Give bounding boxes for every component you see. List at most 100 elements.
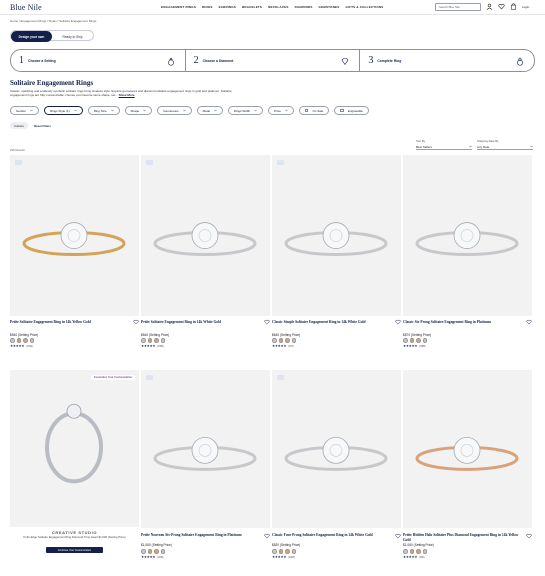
filter-gemstones[interactable]: Gemstones (157, 106, 192, 115)
wishlist-heart-icon[interactable] (133, 319, 139, 325)
metal-swatch[interactable] (16, 338, 21, 343)
metal-swatch[interactable] (160, 338, 165, 343)
toggle-on-sale[interactable]: On Sale (298, 106, 330, 115)
product-image[interactable] (403, 370, 532, 528)
filter-metal[interactable]: Metal (196, 106, 223, 115)
metal-swatch[interactable] (409, 549, 414, 554)
tab-ready-to-ship[interactable]: Ready to Ship (52, 31, 93, 42)
metal-swatch[interactable] (403, 338, 408, 343)
product-image[interactable]: Customize Your Customization (10, 370, 139, 527)
account-icon[interactable] (486, 3, 493, 10)
filter-ring-size[interactable]: Ring Size (87, 106, 120, 115)
wishlist-heart-icon[interactable] (264, 533, 270, 539)
metal-swatch[interactable] (141, 338, 146, 343)
nav-engagement-rings[interactable]: ENGAGEMENT RINGS (161, 5, 196, 9)
nav-necklaces[interactable]: NECKLACES (268, 5, 288, 9)
product-price: $540 (Setting Price) (141, 333, 170, 337)
reset-filters-link[interactable]: Reset Filters (34, 124, 51, 128)
step-choose-diamond[interactable]: 2 Choose a Diamond (185, 49, 361, 72)
wishlist-heart-icon[interactable] (395, 533, 401, 539)
video-icon[interactable] (277, 375, 284, 380)
metal-swatch[interactable] (422, 549, 427, 554)
metal-swatch[interactable] (403, 549, 408, 554)
checkbox[interactable] (304, 108, 309, 113)
metal-swatch[interactable] (154, 549, 159, 554)
continue-customization-button[interactable]: Continue Your Customization (46, 547, 103, 553)
tab-design-your-own[interactable]: Design your own (11, 31, 52, 42)
metal-swatch[interactable] (10, 338, 15, 343)
metal-swatch[interactable] (272, 549, 277, 554)
metal-swatch[interactable] (23, 338, 28, 343)
ship-date-select[interactable]: Any Date (477, 144, 533, 150)
rating-stars: ★★★★★ (390) (403, 555, 425, 559)
build-mode-tabs: Design your own Ready to Ship (10, 30, 94, 42)
video-icon[interactable] (277, 160, 284, 165)
metal-swatch[interactable] (147, 338, 152, 343)
step-choose-setting[interactable]: 1 Choose a Setting (10, 49, 186, 72)
toggle-engravable[interactable]: Engravable (334, 106, 369, 115)
product-name[interactable]: Petite Solitaire Engagement Ring in 14k … (141, 320, 259, 325)
wishlist-heart-icon[interactable] (526, 319, 532, 325)
metal-swatch[interactable] (416, 549, 421, 554)
metal-swatch[interactable] (285, 549, 290, 554)
metal-swatch[interactable] (422, 338, 427, 343)
show-more-link[interactable]: Show More (119, 93, 135, 97)
metal-swatch[interactable] (272, 338, 277, 343)
brand-logo[interactable]: Blue Nile (10, 3, 42, 12)
metal-swatches (10, 338, 34, 343)
wishlist-heart-icon[interactable] (264, 319, 270, 325)
nav-earrings[interactable]: EARRINGS (219, 5, 236, 9)
nav-gifts-collections[interactable]: GIFTS & COLLECTIONS (345, 5, 383, 9)
product-name[interactable]: Classic Six Prong Solitaire Engagement R… (403, 320, 521, 325)
metal-swatch[interactable] (160, 549, 165, 554)
metal-swatch[interactable] (141, 549, 146, 554)
product-image[interactable] (10, 155, 139, 316)
product-name[interactable]: Classic Simple Solitaire Engagement Ring… (272, 320, 390, 325)
product-name[interactable]: Petite Solitaire Engagement Ring in 14k … (10, 320, 128, 325)
nav-bracelets[interactable]: BRACELETS (242, 5, 262, 9)
metal-swatch[interactable] (291, 338, 296, 343)
metal-swatch[interactable] (416, 338, 421, 343)
video-icon[interactable] (15, 160, 22, 165)
chevron-down-icon (30, 109, 33, 112)
metal-swatch[interactable] (278, 549, 283, 554)
filter-gender[interactable]: Gender (10, 106, 40, 115)
filter-rings-width[interactable]: Rings Width (227, 106, 264, 115)
product-name[interactable]: Petite Nouveau Six-Prong Solitaire Engag… (141, 533, 259, 538)
login-link[interactable]: Login (522, 5, 529, 9)
nav-gemstones[interactable]: GEMSTONES (319, 5, 340, 9)
step-complete-ring[interactable]: 3 Complete Ring (360, 49, 536, 72)
search-input[interactable]: Search Blue Nile (435, 3, 481, 11)
filter-rings-style[interactable]: Rings Style (1) (44, 106, 83, 115)
metal-swatch[interactable] (29, 338, 34, 343)
checkbox[interactable] (340, 108, 344, 113)
breadcrumb[interactable]: Home / Engagement Rings / Styles / Solit… (10, 19, 96, 23)
video-icon[interactable] (146, 160, 153, 165)
product-name[interactable]: Classic Four Prong Solitaire Engagement … (272, 533, 390, 538)
sort-select[interactable]: Best Sellers (416, 144, 472, 150)
metal-swatch[interactable] (278, 338, 283, 343)
product-image[interactable] (141, 155, 270, 316)
filter-price[interactable]: Price (268, 106, 294, 115)
product-name[interactable]: Petite Hidden Halo Solitaire Plus Diamon… (403, 533, 521, 542)
product-image[interactable] (272, 370, 401, 528)
product-image[interactable] (403, 155, 532, 316)
product-image[interactable] (272, 155, 401, 316)
filter-shape[interactable]: Shape (124, 106, 153, 115)
filter-label: Gender (16, 108, 27, 113)
metal-swatches (272, 338, 296, 343)
cart-bag-icon[interactable] (510, 3, 517, 10)
metal-swatch[interactable] (409, 338, 414, 343)
product-image[interactable] (141, 370, 270, 528)
metal-swatch[interactable] (291, 549, 296, 554)
nav-diamonds[interactable]: DIAMONDS (295, 5, 313, 9)
wishlist-heart-icon[interactable] (526, 533, 532, 539)
applied-filter-pill[interactable]: Solitaire (10, 122, 29, 129)
wishlist-heart-icon[interactable] (498, 3, 505, 10)
metal-swatch[interactable] (154, 338, 159, 343)
metal-swatch[interactable] (147, 549, 152, 554)
video-icon[interactable] (146, 375, 153, 380)
metal-swatch[interactable] (285, 338, 290, 343)
wishlist-heart-icon[interactable] (395, 319, 401, 325)
nav-rings[interactable]: RINGS (202, 5, 213, 9)
